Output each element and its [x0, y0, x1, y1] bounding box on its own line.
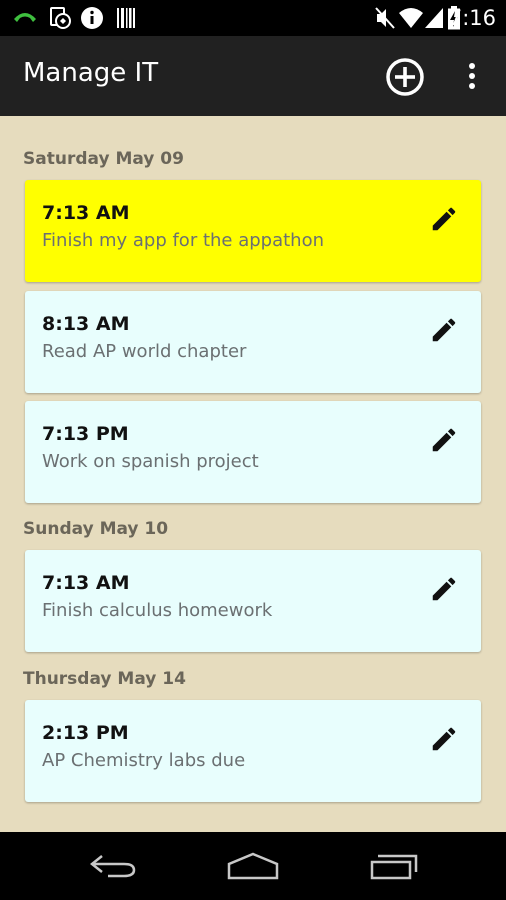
status-time: 7:16 — [448, 6, 496, 30]
overflow-menu-icon — [469, 63, 475, 89]
barcode-icon — [117, 8, 135, 28]
back-button[interactable] — [88, 850, 138, 887]
task-card[interactable]: 2:13 PM AP Chemistry labs due — [25, 700, 481, 802]
task-description: AP Chemistry labs due — [42, 750, 246, 771]
section-header: Thursday May 14 — [23, 669, 186, 689]
add-task-button[interactable] — [385, 57, 425, 97]
overflow-menu-button[interactable] — [458, 58, 486, 94]
home-icon — [227, 852, 279, 880]
wifi-icon — [399, 8, 423, 28]
task-time: 2:13 PM — [42, 722, 129, 744]
mute-icon — [375, 7, 395, 29]
task-description: Finish calculus homework — [42, 600, 273, 621]
signal-icon — [425, 8, 443, 28]
task-description: Read AP world chapter — [42, 341, 247, 362]
task-description: Work on spanish project — [42, 451, 259, 472]
edit-pencil-icon — [432, 727, 456, 751]
back-icon — [89, 855, 136, 878]
recent-apps-icon — [370, 854, 418, 880]
edit-button[interactable] — [429, 315, 459, 345]
section-header: Sunday May 10 — [23, 519, 169, 539]
edit-pencil-icon — [432, 318, 456, 342]
call-icon — [14, 13, 36, 22]
screenshot-icon — [50, 7, 71, 29]
edit-pencil-icon — [432, 428, 456, 452]
add-circle-icon — [386, 58, 424, 96]
info-icon — [81, 7, 103, 29]
edit-button[interactable] — [429, 724, 459, 754]
edit-pencil-icon — [432, 577, 456, 601]
task-card[interactable]: 7:13 AM Finish my app for the appathon — [25, 180, 481, 282]
edit-pencil-icon — [432, 207, 456, 231]
task-time: 7:13 AM — [42, 202, 130, 224]
screen: 7:16 Manage IT Saturday May 09 7:13 AM F… — [0, 0, 506, 900]
task-time: 7:13 AM — [42, 572, 130, 594]
task-time: 7:13 PM — [42, 423, 129, 445]
app-title: Manage IT — [23, 58, 159, 88]
app-bar: Manage IT — [0, 36, 506, 116]
task-card[interactable]: 7:13 PM Work on spanish project — [25, 401, 481, 503]
task-card[interactable]: 7:13 AM Finish calculus homework — [25, 550, 481, 652]
edit-button[interactable] — [429, 425, 459, 455]
nav-bar — [0, 832, 506, 900]
edit-button[interactable] — [429, 204, 459, 234]
home-button[interactable] — [225, 850, 281, 887]
recent-apps-button[interactable] — [368, 850, 422, 887]
task-card[interactable]: 8:13 AM Read AP world chapter — [25, 291, 481, 393]
section-header: Saturday May 09 — [23, 149, 184, 169]
task-list: Saturday May 09 7:13 AM Finish my app fo… — [0, 116, 506, 832]
edit-button[interactable] — [429, 574, 459, 604]
task-time: 8:13 AM — [42, 313, 130, 335]
status-bar: 7:16 — [0, 0, 506, 36]
task-description: Finish my app for the appathon — [42, 230, 325, 251]
